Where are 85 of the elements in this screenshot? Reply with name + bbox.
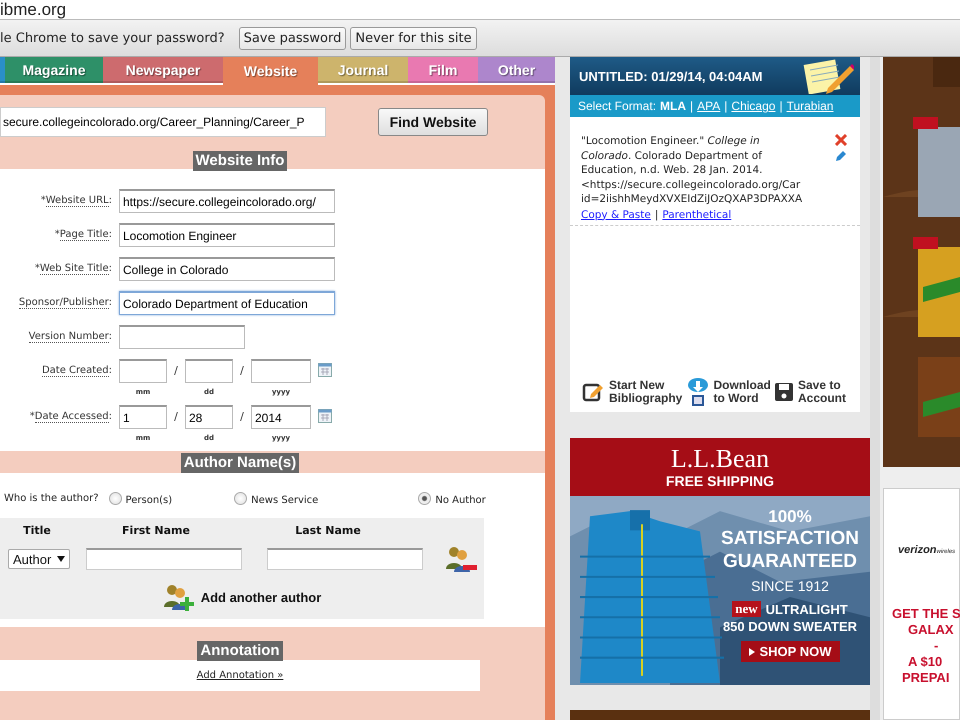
pencil-icon[interactable] bbox=[835, 150, 847, 162]
section-heading: Website Info bbox=[192, 151, 288, 171]
ad-text: ULTRALIGHT bbox=[766, 600, 848, 618]
ad-text: PREPAI bbox=[902, 670, 950, 686]
ad-text: - bbox=[934, 638, 938, 654]
radio-button[interactable] bbox=[234, 492, 248, 505]
ad-text: 850 DOWN SWEATER bbox=[722, 618, 858, 635]
field-label: Sponsor/Publisher: bbox=[18, 296, 112, 308]
find-website-button[interactable]: Find Website bbox=[378, 108, 488, 136]
cloud-download-icon bbox=[686, 376, 708, 407]
field-label: *Web Site Title: bbox=[34, 262, 112, 274]
add-author-link[interactable]: Add another author bbox=[200, 590, 322, 604]
password-prompt-text: le Chrome to save your password? bbox=[0, 30, 225, 46]
prompt-button[interactable]: Save password bbox=[238, 26, 346, 50]
date-field[interactable]: 1 bbox=[119, 405, 167, 429]
bibliography-action[interactable]: Start New Bibliography bbox=[582, 376, 682, 407]
source-tab[interactable]: Newspaper bbox=[103, 57, 223, 83]
field-label: *Page Title: bbox=[54, 228, 112, 240]
column-header: First Name bbox=[121, 524, 191, 537]
ad-text: GALAX bbox=[908, 622, 954, 638]
date-field[interactable]: 2014 bbox=[251, 405, 311, 429]
format-separator: | bbox=[690, 99, 694, 113]
address-url[interactable]: ibme.org bbox=[0, 0, 66, 19]
ad-headline: SATISFACTION bbox=[721, 526, 859, 550]
date-field[interactable]: 28 bbox=[185, 405, 233, 429]
text-field[interactable] bbox=[119, 325, 245, 349]
citation-link[interactable]: Parenthetical bbox=[662, 208, 732, 220]
field-label: Date Created: bbox=[40, 364, 112, 376]
prompt-button[interactable]: Never for this site bbox=[350, 26, 477, 50]
ad-text: GET THE S bbox=[892, 606, 960, 622]
calendar-icon[interactable] bbox=[318, 409, 332, 423]
ad-headline: 100% bbox=[768, 506, 812, 527]
radio-label: No Author bbox=[435, 495, 486, 506]
ad-brand: L.L.Bean bbox=[670, 444, 770, 473]
column-header: Title bbox=[22, 524, 52, 537]
date-field[interactable] bbox=[185, 359, 233, 383]
ad-badge: new bbox=[732, 601, 761, 618]
link-separator: | bbox=[654, 208, 658, 220]
format-separator: | bbox=[779, 99, 783, 113]
first-name-field[interactable] bbox=[86, 548, 242, 570]
add-annotation-link[interactable]: Add Annotation » bbox=[196, 670, 284, 681]
column-header: Last Name bbox=[294, 524, 362, 537]
source-tab[interactable]: Magazine bbox=[5, 57, 103, 83]
last-name-field[interactable] bbox=[267, 548, 423, 570]
field-label: *Website URL: bbox=[40, 194, 112, 206]
field-label: *Date Accessed: bbox=[28, 410, 112, 422]
author-question: Who is the author? bbox=[4, 493, 99, 504]
text-field[interactable]: Locomotion Engineer bbox=[119, 223, 335, 247]
format-separator: | bbox=[724, 99, 728, 113]
bibliography-action[interactable]: Save to Account bbox=[774, 376, 846, 407]
date-field[interactable] bbox=[119, 359, 167, 383]
date-separator: / bbox=[173, 409, 179, 423]
add-author-icon[interactable] bbox=[162, 583, 195, 611]
citation-link[interactable]: Copy & Paste bbox=[581, 208, 651, 220]
date-separator: / bbox=[239, 409, 245, 423]
calendar-icon[interactable] bbox=[318, 363, 332, 377]
field-label: Version Number: bbox=[28, 330, 112, 342]
date-field[interactable] bbox=[251, 359, 311, 383]
text-field[interactable]: College in Colorado bbox=[119, 257, 335, 281]
ad-banner-header[interactable]: L.L.Bean FREE SHIPPING bbox=[570, 438, 870, 496]
ad-tagline: FREE SHIPPING bbox=[666, 472, 774, 489]
bibliography-title: UNTITLED: 01/29/14, 04:04AM bbox=[579, 68, 763, 84]
section-heading: Annotation bbox=[197, 641, 283, 661]
text-field[interactable]: https://secure.collegeincolorado.org/ bbox=[119, 189, 335, 213]
date-separator: / bbox=[239, 363, 245, 377]
shop-now-button[interactable]: SHOP NOW bbox=[740, 640, 840, 662]
play-arrow-icon bbox=[748, 648, 754, 656]
format-label: Select Format: bbox=[578, 99, 656, 113]
date-separator: / bbox=[173, 363, 179, 377]
url-field[interactable]: secure.collegeincolorado.org/Career_Planning/Career_P bbox=[0, 107, 326, 137]
caret-icon bbox=[57, 556, 65, 562]
radio-button[interactable] bbox=[108, 492, 122, 505]
ad-text: SINCE 1912 bbox=[751, 576, 829, 595]
text-field[interactable]: Colorado Department of Education bbox=[119, 291, 335, 315]
radio-label: Person(s) bbox=[126, 495, 172, 506]
title-select[interactable]: Author bbox=[8, 549, 70, 569]
radio-button[interactable] bbox=[418, 492, 432, 505]
ad-headline: GUARANTEED bbox=[722, 550, 858, 573]
ad-text: A $10 bbox=[908, 654, 942, 670]
bibliography-action[interactable]: Download to Word bbox=[686, 376, 771, 407]
close-icon[interactable] bbox=[835, 134, 847, 146]
radio-label: News Service bbox=[251, 495, 318, 506]
citation-text: "Locomotion Engineer." College in Colorado. Colorado Department of Education, n.d. Web. 28 Jan. 2014. <https://secure.collegeincolorado.org/Car id=2iishhMeydXVXEIdZiJOzQXAP3DPAXXA bbox=[581, 134, 804, 206]
section-heading: Author Name(s) bbox=[180, 453, 300, 473]
remove-author-icon[interactable] bbox=[445, 545, 477, 573]
